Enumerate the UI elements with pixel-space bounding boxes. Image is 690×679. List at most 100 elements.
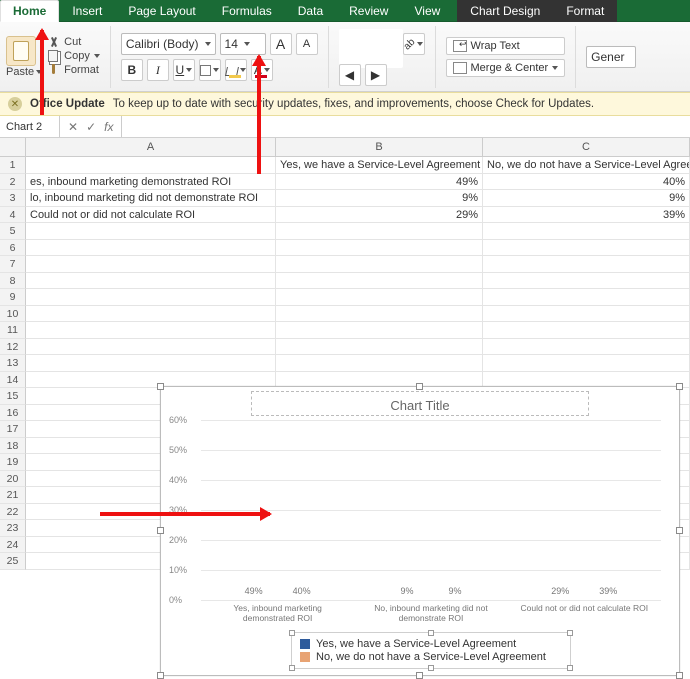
cell[interactable] <box>483 355 690 372</box>
underline-button[interactable]: U <box>173 59 195 81</box>
cell[interactable] <box>276 322 483 339</box>
cell[interactable] <box>26 306 276 323</box>
formula-input[interactable] <box>122 116 690 137</box>
tab-review[interactable]: Review <box>336 0 401 22</box>
cell[interactable] <box>26 289 276 306</box>
cell[interactable] <box>26 157 276 174</box>
cell[interactable]: No, we do not have a Service-Level Agree… <box>483 157 690 174</box>
chart-title[interactable]: Chart Title <box>251 391 589 416</box>
col-header-c[interactable]: C <box>483 138 690 156</box>
cell[interactable] <box>483 306 690 323</box>
cancel-entry-icon[interactable]: ✕ <box>68 120 78 134</box>
resize-handle[interactable] <box>157 672 164 679</box>
format-painter-button[interactable]: Format <box>48 64 100 76</box>
row-header[interactable]: 5 <box>0 223 26 240</box>
row-header[interactable]: 2 <box>0 174 26 191</box>
cell[interactable] <box>483 339 690 356</box>
cell[interactable]: Could not or did not calculate ROI <box>26 207 276 224</box>
row-header[interactable]: 7 <box>0 256 26 273</box>
row-header[interactable]: 4 <box>0 207 26 224</box>
row-header[interactable]: 9 <box>0 289 26 306</box>
cell[interactable] <box>276 223 483 240</box>
cell[interactable] <box>26 273 276 290</box>
cell[interactable]: 39% <box>483 207 690 224</box>
resize-handle[interactable] <box>416 672 423 679</box>
number-format-combo[interactable]: Gener <box>586 46 636 68</box>
tab-formulas[interactable]: Formulas <box>209 0 285 22</box>
orientation-button[interactable]: ab <box>403 33 425 55</box>
row-header[interactable]: 20 <box>0 471 26 488</box>
row-header[interactable]: 15 <box>0 388 26 405</box>
cell[interactable]: es, inbound marketing demonstrated ROI <box>26 174 276 191</box>
copy-dropdown-icon[interactable] <box>94 54 100 58</box>
decrease-font-button[interactable]: A <box>296 33 318 55</box>
col-header-b[interactable]: B <box>276 138 483 156</box>
cell[interactable] <box>26 240 276 257</box>
resize-handle[interactable] <box>428 630 434 636</box>
cell[interactable]: 29% <box>276 207 483 224</box>
tab-page-layout[interactable]: Page Layout <box>115 0 208 22</box>
row-header[interactable]: 24 <box>0 537 26 554</box>
resize-handle[interactable] <box>676 383 683 390</box>
cell[interactable]: 9% <box>483 190 690 207</box>
cell[interactable] <box>276 306 483 323</box>
resize-handle[interactable] <box>428 665 434 671</box>
resize-handle[interactable] <box>567 665 573 671</box>
name-box[interactable]: Chart 2 <box>0 116 60 137</box>
cell[interactable] <box>26 339 276 356</box>
font-name-combo[interactable]: Calibri (Body) <box>121 33 216 55</box>
cell[interactable] <box>276 339 483 356</box>
row-header[interactable]: 22 <box>0 504 26 521</box>
cell[interactable] <box>26 322 276 339</box>
tab-format[interactable]: Format <box>553 0 617 22</box>
resize-handle[interactable] <box>157 527 164 534</box>
tab-data[interactable]: Data <box>285 0 336 22</box>
cell[interactable]: 49% <box>276 174 483 191</box>
paste-button[interactable]: Paste <box>6 66 34 78</box>
wrap-text-button[interactable]: Wrap Text <box>446 37 566 55</box>
cell[interactable] <box>483 223 690 240</box>
accept-entry-icon[interactable]: ✓ <box>86 120 96 134</box>
tab-insert[interactable]: Insert <box>59 0 115 22</box>
cell[interactable]: Yes, we have a Service-Level Agreement <box>276 157 483 174</box>
cell[interactable] <box>26 256 276 273</box>
chart-object[interactable]: Chart Title 49%40%Yes, inbound marketing… <box>160 386 680 676</box>
cell[interactable] <box>276 273 483 290</box>
row-header[interactable]: 23 <box>0 520 26 537</box>
cell[interactable]: lo, inbound marketing did not demonstrat… <box>26 190 276 207</box>
row-header[interactable]: 11 <box>0 322 26 339</box>
cell[interactable] <box>276 240 483 257</box>
row-header[interactable]: 8 <box>0 273 26 290</box>
cell[interactable]: 9% <box>276 190 483 207</box>
fx-icon[interactable]: fx <box>104 120 113 134</box>
cell[interactable] <box>483 273 690 290</box>
bold-button[interactable]: B <box>121 59 143 81</box>
italic-button[interactable]: I <box>147 59 169 81</box>
cell[interactable] <box>483 322 690 339</box>
worksheet[interactable]: A B C 1Yes, we have a Service-Level Agre… <box>0 138 690 570</box>
cut-button[interactable]: Cut <box>48 36 100 48</box>
cell[interactable] <box>276 289 483 306</box>
row-header[interactable]: 14 <box>0 372 26 389</box>
row-header[interactable]: 18 <box>0 438 26 455</box>
resize-handle[interactable] <box>289 665 295 671</box>
resize-handle[interactable] <box>676 527 683 534</box>
cell[interactable]: 40% <box>483 174 690 191</box>
cell[interactable] <box>276 256 483 273</box>
cell[interactable] <box>26 223 276 240</box>
row-header[interactable]: 6 <box>0 240 26 257</box>
tab-view[interactable]: View <box>401 0 453 22</box>
cell[interactable] <box>276 355 483 372</box>
paste-icon[interactable] <box>6 36 36 66</box>
cell[interactable] <box>483 289 690 306</box>
resize-handle[interactable] <box>289 630 295 636</box>
row-header[interactable]: 10 <box>0 306 26 323</box>
resize-handle[interactable] <box>676 672 683 679</box>
increase-font-button[interactable]: A <box>270 33 292 55</box>
merge-center-button[interactable]: Merge & Center <box>446 59 566 77</box>
row-header[interactable]: 19 <box>0 454 26 471</box>
row-header[interactable]: 1 <box>0 157 26 174</box>
row-header[interactable]: 21 <box>0 487 26 504</box>
row-header[interactable]: 13 <box>0 355 26 372</box>
font-size-combo[interactable]: 14 <box>220 33 266 55</box>
